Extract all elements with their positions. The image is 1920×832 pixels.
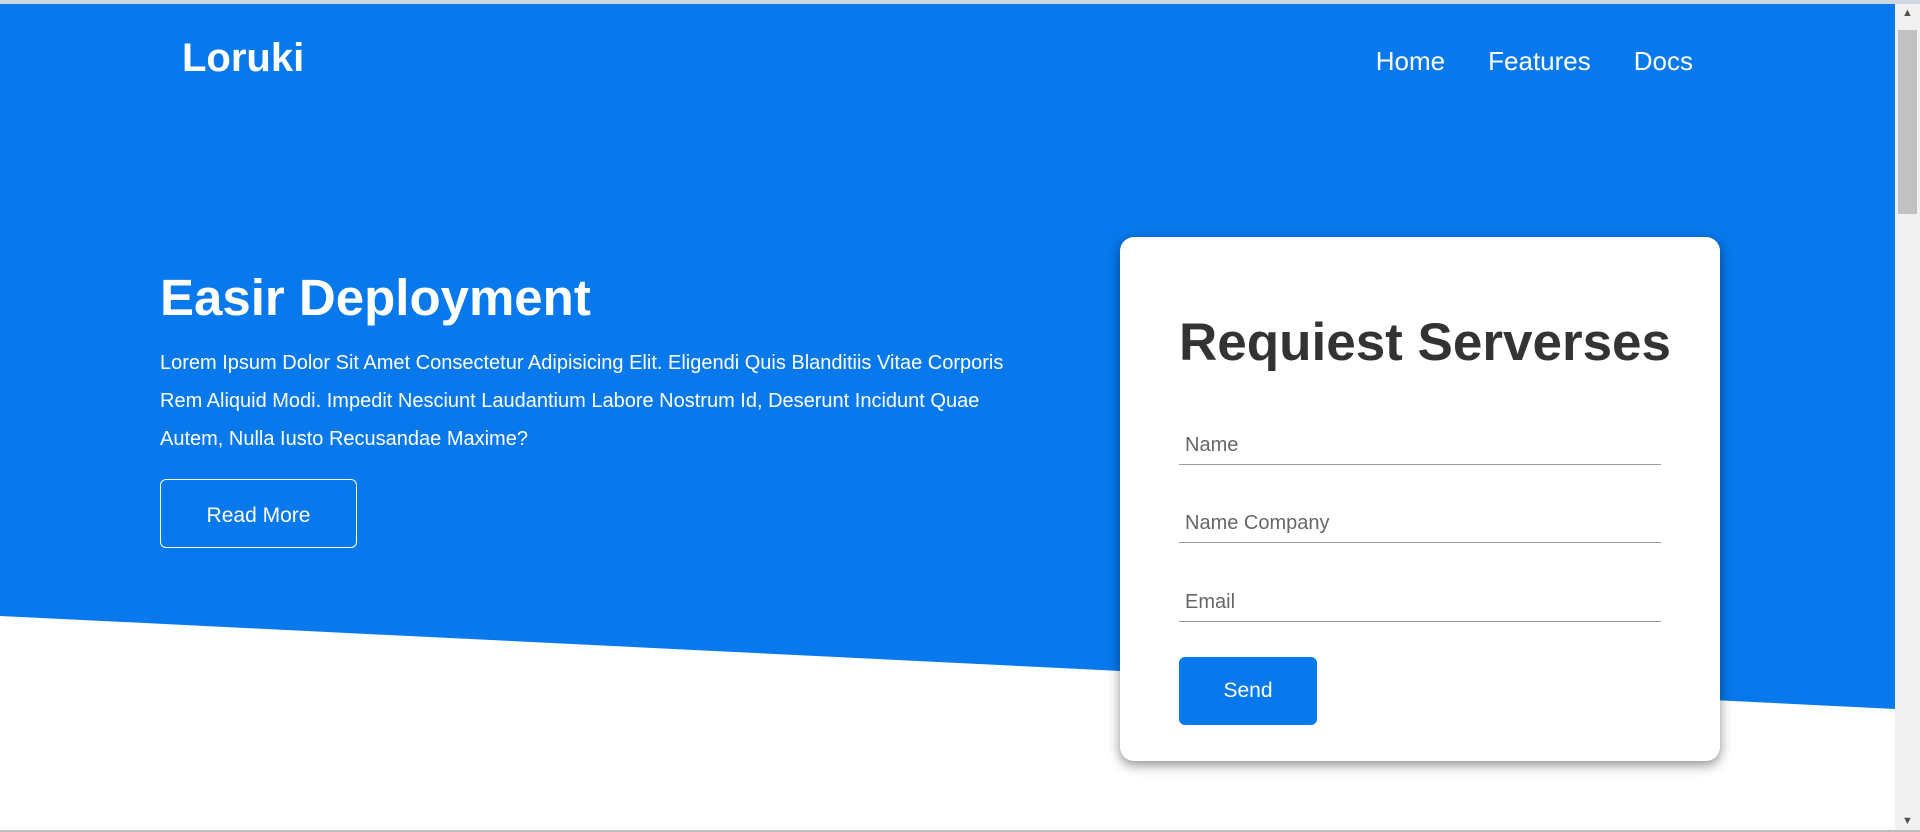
site-navbar: Loruki Home Features Docs (0, 4, 1895, 114)
company-name-field[interactable] (1179, 505, 1661, 543)
nav-link-docs[interactable]: Docs (1634, 38, 1693, 84)
request-services-card: Requiest Serverses Send (1120, 237, 1720, 761)
name-field[interactable] (1179, 427, 1661, 465)
scroll-down-arrow-icon[interactable]: ▼ (1895, 812, 1920, 830)
read-more-button[interactable]: Read More (160, 479, 357, 548)
browser-viewport: Loruki Home Features Docs Easir Deployme… (0, 0, 1920, 832)
form-title: Requiest Serverses (1179, 313, 1672, 372)
site-logo[interactable]: Loruki (182, 32, 304, 84)
send-button[interactable]: Send (1179, 657, 1317, 725)
hero-title: Easir Deployment (160, 269, 591, 326)
scrollbar-thumb[interactable] (1898, 30, 1917, 214)
scroll-up-arrow-icon[interactable]: ▲ (1895, 4, 1920, 22)
nav-link-home[interactable]: Home (1376, 38, 1445, 84)
vertical-scrollbar[interactable]: ▲ ▼ (1895, 4, 1920, 830)
nav-link-features[interactable]: Features (1488, 38, 1591, 84)
hero-content: Easir Deployment Lorem Ipsum Dolor Sit A… (160, 262, 1020, 458)
main-navigation: Home Features Docs (1376, 38, 1693, 84)
email-field[interactable] (1179, 584, 1661, 622)
hero-description: Lorem Ipsum Dolor Sit Amet Consectetur A… (160, 352, 1004, 450)
